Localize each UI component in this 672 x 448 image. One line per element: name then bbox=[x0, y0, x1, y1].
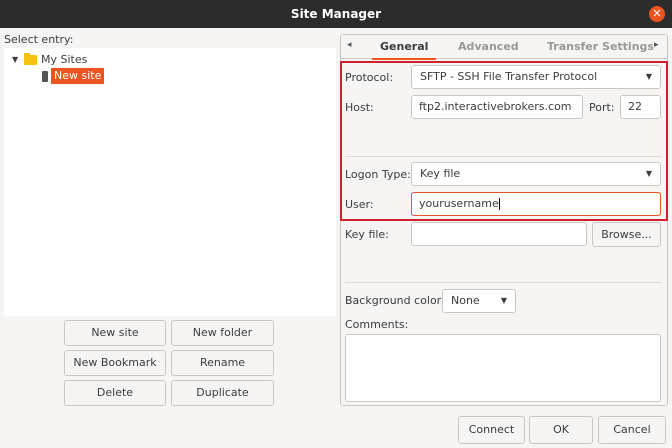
tab-next-arrow-icon[interactable]: ▸ bbox=[654, 40, 659, 50]
close-icon[interactable]: ✕ bbox=[649, 6, 665, 22]
tree-folder-my-sites[interactable]: ▼ My Sites bbox=[12, 52, 87, 68]
tab-prev-arrow-icon[interactable]: ◂ bbox=[347, 40, 352, 50]
user-input[interactable]: yourusername bbox=[411, 192, 661, 216]
cancel-button[interactable]: Cancel bbox=[598, 416, 666, 444]
folder-icon bbox=[24, 53, 37, 65]
rename-button[interactable]: Rename bbox=[171, 350, 274, 376]
port-label: Port: bbox=[589, 101, 615, 114]
user-label: User: bbox=[345, 198, 374, 211]
text-cursor bbox=[498, 198, 500, 210]
chevron-down-icon: ▼ bbox=[500, 296, 507, 305]
ok-button[interactable]: OK bbox=[529, 416, 593, 444]
host-label: Host: bbox=[345, 101, 374, 114]
logon-type-value: Key file bbox=[420, 167, 461, 180]
protocol-value: SFTP - SSH File Transfer Protocol bbox=[420, 70, 598, 83]
select-entry-label: Select entry: bbox=[4, 33, 74, 46]
new-site-button[interactable]: New site bbox=[64, 320, 166, 346]
comments-label: Comments: bbox=[345, 318, 409, 331]
new-bookmark-button[interactable]: New Bookmark bbox=[64, 350, 166, 376]
expander-down-icon[interactable]: ▼ bbox=[12, 52, 24, 68]
logon-type-label: Logon Type: bbox=[345, 168, 411, 181]
chevron-down-icon: ▼ bbox=[645, 169, 652, 178]
divider bbox=[345, 282, 661, 283]
title-bar: Site Manager ✕ bbox=[0, 0, 672, 28]
protocol-select[interactable]: SFTP - SSH File Transfer Protocol ▼ bbox=[411, 65, 661, 89]
window-title: Site Manager bbox=[290, 7, 382, 21]
new-folder-button[interactable]: New folder bbox=[171, 320, 274, 346]
tab-general[interactable]: General bbox=[371, 40, 437, 60]
host-input[interactable]: ftp2.interactivebrokers.com bbox=[411, 95, 583, 119]
tree-site-new-site[interactable]: New site bbox=[42, 68, 105, 84]
comments-textarea[interactable] bbox=[345, 334, 661, 402]
background-color-select[interactable]: None ▼ bbox=[442, 289, 516, 313]
port-input[interactable]: 22 bbox=[620, 95, 661, 119]
logon-type-select[interactable]: Key file ▼ bbox=[411, 162, 661, 186]
user-value: yourusername bbox=[419, 197, 499, 210]
tab-advanced[interactable]: Advanced bbox=[458, 40, 519, 53]
chevron-down-icon: ▼ bbox=[645, 72, 652, 81]
duplicate-button[interactable]: Duplicate bbox=[171, 380, 274, 406]
background-color-value: None bbox=[451, 294, 480, 307]
site-label: New site bbox=[51, 68, 105, 84]
key-file-label: Key file: bbox=[345, 228, 389, 241]
site-icon bbox=[42, 70, 48, 82]
site-tree[interactable]: ▼ My Sites New site bbox=[4, 48, 336, 316]
divider bbox=[345, 156, 661, 157]
connect-button[interactable]: Connect bbox=[458, 416, 525, 444]
browse-button[interactable]: Browse... bbox=[592, 222, 661, 247]
background-color-label: Background color: bbox=[345, 294, 445, 307]
tab-transfer-settings[interactable]: Transfer Settings bbox=[547, 40, 654, 53]
folder-label: My Sites bbox=[41, 53, 88, 66]
tab-strip: ◂ General Advanced Transfer Settings ▸ bbox=[341, 35, 667, 60]
key-file-input[interactable] bbox=[411, 222, 587, 246]
protocol-label: Protocol: bbox=[345, 71, 394, 84]
delete-button[interactable]: Delete bbox=[64, 380, 166, 406]
